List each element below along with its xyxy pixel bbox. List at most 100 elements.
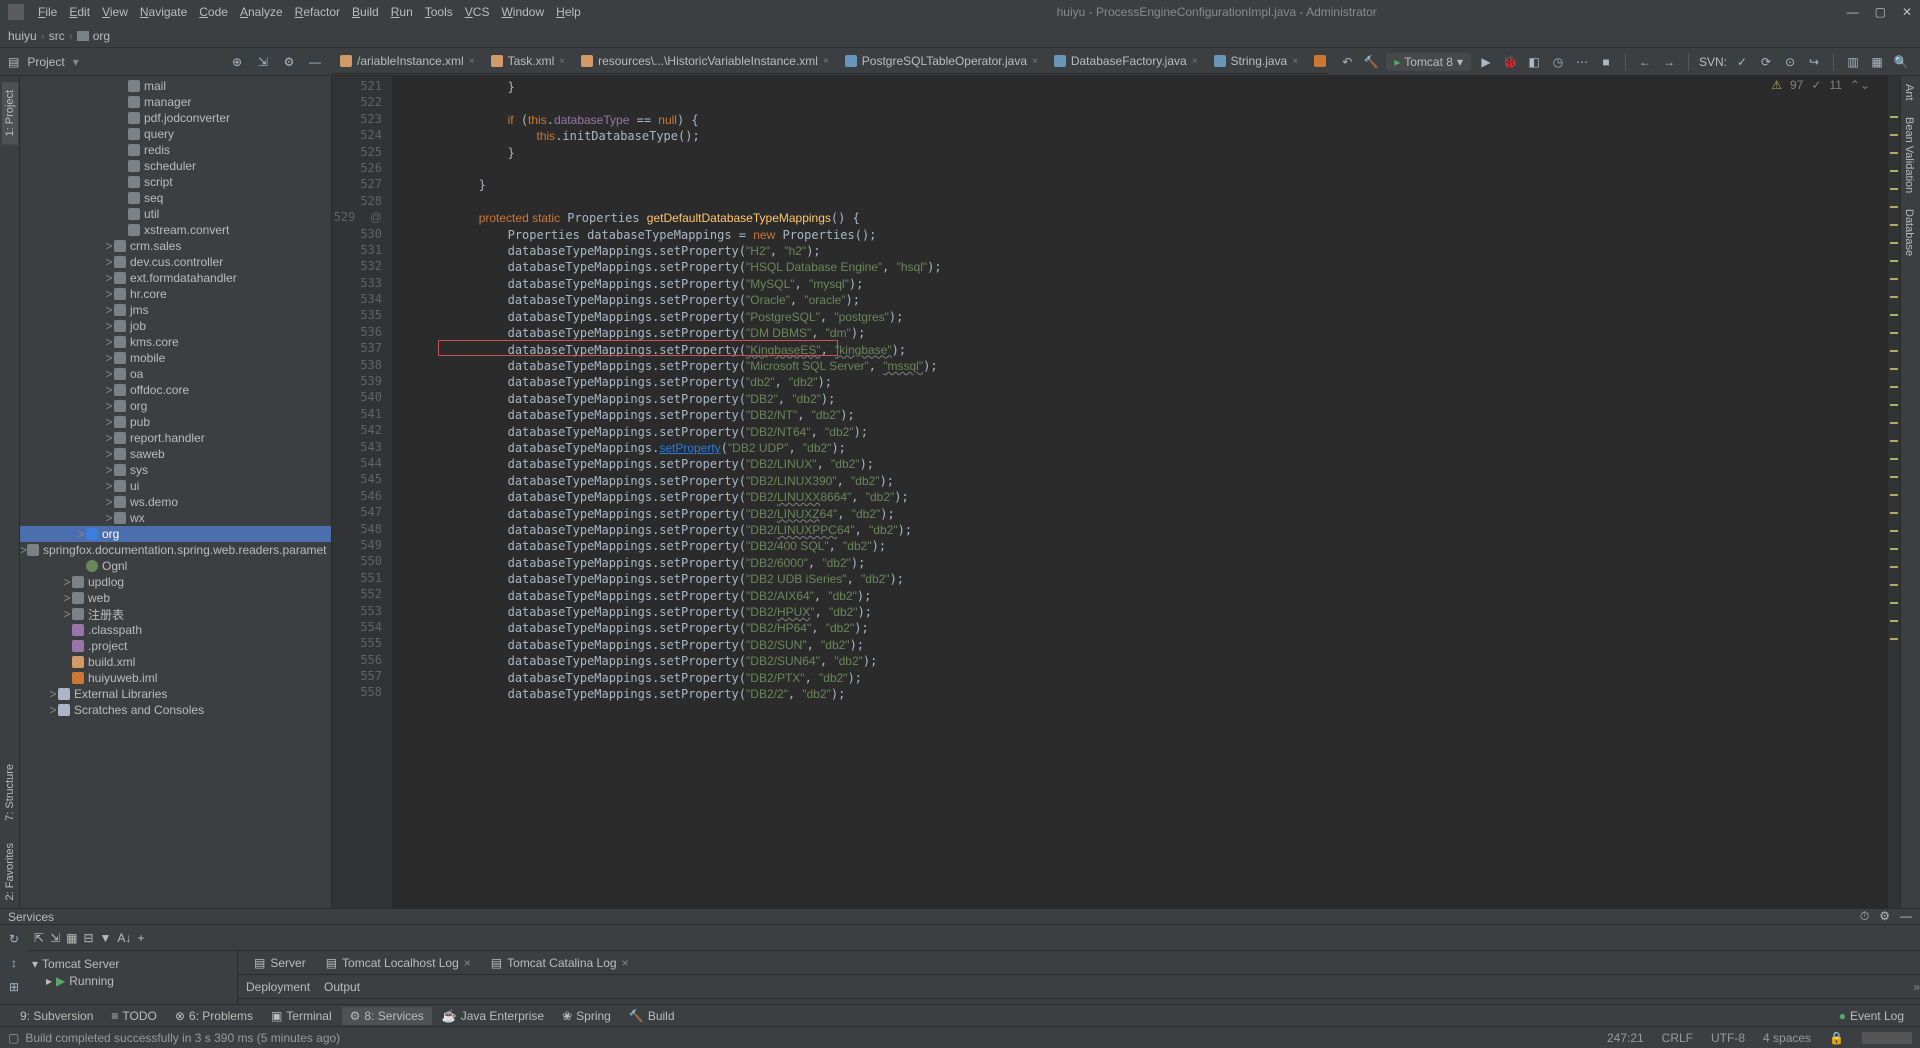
stripe-mark[interactable] bbox=[1890, 566, 1898, 568]
debug-button[interactable]: 🐞 bbox=[1501, 53, 1519, 71]
profile-icon[interactable]: ◷ bbox=[1549, 53, 1567, 71]
svn-commit-icon[interactable]: ✓ bbox=[1733, 53, 1751, 71]
ant-tab[interactable]: Ant bbox=[1901, 76, 1917, 109]
bottom-tool-build[interactable]: 🔨Build bbox=[621, 1007, 683, 1025]
tool-windows-icon[interactable]: ▢ bbox=[8, 1031, 19, 1045]
tree-row[interactable]: huiyuweb.iml bbox=[20, 670, 331, 686]
close-tab-icon[interactable]: × bbox=[559, 56, 565, 67]
stripe-mark[interactable] bbox=[1890, 188, 1898, 190]
chevron-icon[interactable]: > bbox=[104, 511, 114, 525]
breadcrumb-item[interactable]: org bbox=[93, 29, 110, 43]
svn-history-icon[interactable]: ⊙ bbox=[1781, 53, 1799, 71]
chevron-icon[interactable]: > bbox=[76, 527, 86, 541]
editor-tab[interactable]: resources\...\HistoricVariableInstance.x… bbox=[573, 51, 837, 71]
tree-row[interactable]: >job bbox=[20, 318, 331, 334]
tree-row[interactable]: >ui bbox=[20, 478, 331, 494]
close-tab-icon[interactable]: × bbox=[1292, 56, 1298, 67]
tree-row[interactable]: Ognl bbox=[20, 558, 331, 574]
chevron-icon[interactable]: > bbox=[104, 255, 114, 269]
chevron-icon[interactable]: > bbox=[20, 543, 27, 557]
tree-row[interactable]: >ext.formdatahandler bbox=[20, 270, 331, 286]
breadcrumb-item[interactable]: src bbox=[49, 29, 65, 43]
chevron-icon[interactable]: > bbox=[104, 479, 114, 493]
sort-alpha-icon[interactable]: A↓ bbox=[117, 931, 131, 945]
close-icon[interactable]: ✕ bbox=[1902, 5, 1912, 19]
menu-build[interactable]: Build bbox=[346, 3, 385, 21]
bottom-tool-java-enterprise[interactable]: ☕Java Enterprise bbox=[434, 1007, 552, 1025]
rerun-icon[interactable]: ↻ bbox=[4, 929, 24, 949]
close-tab-icon[interactable]: × bbox=[469, 56, 475, 67]
stripe-mark[interactable] bbox=[1890, 458, 1898, 460]
stripe-mark[interactable] bbox=[1890, 350, 1898, 352]
stripe-mark[interactable] bbox=[1890, 314, 1898, 316]
expand-icon[interactable]: ⊞ bbox=[4, 977, 24, 997]
close-tab-icon[interactable]: × bbox=[823, 56, 829, 67]
stripe-mark[interactable] bbox=[1890, 512, 1898, 514]
chevron-icon[interactable]: > bbox=[104, 271, 114, 285]
chevron-icon[interactable]: > bbox=[62, 591, 72, 605]
stripe-mark[interactable] bbox=[1890, 584, 1898, 586]
bottom-tool-spring[interactable]: ❀Spring bbox=[554, 1007, 619, 1025]
stripe-mark[interactable] bbox=[1890, 224, 1898, 226]
stripe-mark[interactable] bbox=[1890, 242, 1898, 244]
tree-row[interactable]: >saweb bbox=[20, 446, 331, 462]
search-icon[interactable]: 🔍 bbox=[1892, 53, 1910, 71]
tree-row[interactable]: >web bbox=[20, 590, 331, 606]
project-tab[interactable]: 1: Project bbox=[2, 82, 18, 144]
chevron-icon[interactable]: > bbox=[62, 607, 72, 621]
chevron-icon[interactable]: > bbox=[48, 687, 58, 701]
stripe-mark[interactable] bbox=[1890, 134, 1898, 136]
tree-row[interactable]: build.xml bbox=[20, 654, 331, 670]
tree-row[interactable]: >dev.cus.controller bbox=[20, 254, 331, 270]
stripe-mark[interactable] bbox=[1890, 116, 1898, 118]
indent[interactable]: 4 spaces bbox=[1763, 1031, 1811, 1045]
lock-icon[interactable]: 🔒 bbox=[1829, 1031, 1844, 1045]
output-tab[interactable]: Output bbox=[324, 980, 360, 994]
maximize-icon[interactable]: ▢ bbox=[1875, 5, 1886, 19]
chevron-icon[interactable]: > bbox=[62, 575, 72, 589]
chevron-icon[interactable]: > bbox=[104, 239, 114, 253]
nav-back-icon[interactable]: ← bbox=[1636, 53, 1654, 71]
service-tab[interactable]: ▤Tomcat Catalina Log× bbox=[481, 953, 639, 973]
tree-row[interactable]: >springfox.documentation.spring.web.read… bbox=[20, 542, 331, 558]
stripe-mark[interactable] bbox=[1890, 548, 1898, 550]
tree-row[interactable]: pdf.jodconverter bbox=[20, 110, 331, 126]
structure-icon[interactable]: ▥ bbox=[1844, 53, 1862, 71]
stripe-mark[interactable] bbox=[1890, 170, 1898, 172]
close-tab-icon[interactable]: × bbox=[1192, 56, 1198, 67]
add-icon[interactable]: + bbox=[137, 931, 144, 945]
menu-analyze[interactable]: Analyze bbox=[234, 3, 289, 21]
menu-tools[interactable]: Tools bbox=[419, 3, 459, 21]
tree-row[interactable]: script bbox=[20, 174, 331, 190]
bottom-tool----subversion[interactable]: 9: Subversion bbox=[8, 1007, 101, 1025]
menu-vcs[interactable]: VCS bbox=[459, 3, 496, 21]
bottom-tool----problems[interactable]: ⊗6: Problems bbox=[167, 1007, 261, 1025]
stripe-mark[interactable] bbox=[1890, 476, 1898, 478]
tree-row[interactable]: .classpath bbox=[20, 622, 331, 638]
chevron-icon[interactable]: > bbox=[104, 447, 114, 461]
cursor-position[interactable]: 247:21 bbox=[1607, 1031, 1644, 1045]
bottom-tool-todo[interactable]: ≡TODO bbox=[103, 1007, 164, 1025]
stripe-mark[interactable] bbox=[1890, 422, 1898, 424]
gear-icon[interactable]: ⚙ bbox=[280, 53, 298, 71]
tree-row[interactable]: >注册表 bbox=[20, 606, 331, 622]
svn-revert-icon[interactable]: ↪ bbox=[1805, 53, 1823, 71]
chevron-icon[interactable]: > bbox=[104, 399, 114, 413]
service-tab[interactable]: ▤Tomcat Localhost Log× bbox=[316, 953, 481, 973]
chevron-icon[interactable]: > bbox=[104, 303, 114, 317]
more-icon[interactable]: ▦ bbox=[1868, 53, 1886, 71]
menu-window[interactable]: Window bbox=[495, 3, 550, 21]
error-stripe[interactable] bbox=[1888, 76, 1900, 908]
expand-all-icon[interactable]: ⇱ bbox=[34, 931, 44, 945]
bottom-tool-terminal[interactable]: ▣Terminal bbox=[263, 1007, 340, 1025]
menu-edit[interactable]: Edit bbox=[63, 3, 96, 21]
stripe-mark[interactable] bbox=[1890, 494, 1898, 496]
attach-icon[interactable]: ⋯ bbox=[1573, 53, 1591, 71]
menu-view[interactable]: View bbox=[96, 3, 134, 21]
structure-tab[interactable]: 7: Structure bbox=[2, 756, 18, 829]
chevron-icon[interactable]: > bbox=[104, 319, 114, 333]
grid-icon[interactable]: ▦ bbox=[66, 931, 77, 945]
close-icon[interactable]: × bbox=[464, 956, 471, 970]
chevron-icon[interactable]: > bbox=[104, 383, 114, 397]
nav-forward-icon[interactable]: → bbox=[1660, 53, 1678, 71]
